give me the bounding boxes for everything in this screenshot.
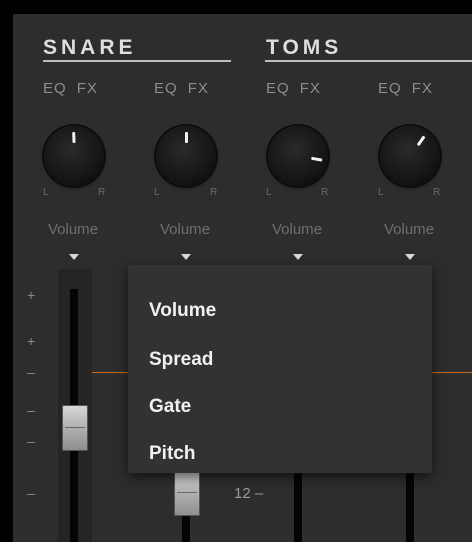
channel-1-fx-button[interactable]: FX xyxy=(77,80,98,97)
channel-2-mode-label[interactable]: Volume xyxy=(140,221,230,238)
channel-1-eq-button[interactable]: EQ xyxy=(43,80,67,97)
channel-1-eqfx: EQ FX xyxy=(43,80,98,97)
channel-3-pan-right-label: R xyxy=(321,187,329,198)
channel-4-mode-dropdown-icon[interactable] xyxy=(405,254,415,260)
group-title-toms: TOMS xyxy=(266,36,343,59)
channel-3-pan-knob[interactable] xyxy=(268,126,328,186)
knob-indicator xyxy=(416,135,426,147)
group-title-snare: SNARE xyxy=(43,36,137,59)
mixer-panel: SNARE TOMS EQ FX L R Volume EQ FX L R Volu… xyxy=(13,14,472,542)
channel-3-mode-label[interactable]: Volume xyxy=(252,221,342,238)
knob-indicator xyxy=(185,132,188,143)
channel-1-fader-handle[interactable] xyxy=(62,405,88,451)
channel-3-eqfx: EQ FX xyxy=(266,80,321,97)
scale-mark: – xyxy=(27,433,35,449)
menu-item-pitch[interactable]: Pitch xyxy=(149,443,195,465)
channel-4-eq-button[interactable]: EQ xyxy=(378,80,402,97)
group-divider-snare xyxy=(43,60,231,62)
channel-2-fx-button[interactable]: FX xyxy=(188,80,209,97)
group-divider-toms xyxy=(265,60,472,62)
channel-2-mode-dropdown-icon[interactable] xyxy=(181,254,191,260)
knob-indicator xyxy=(311,156,323,162)
channel-2-eqfx: EQ FX xyxy=(154,80,209,97)
mode-dropdown-menu: Volume Spread Gate Pitch xyxy=(128,265,432,473)
channel-3-eq-button[interactable]: EQ xyxy=(266,80,290,97)
channel-1-pan-left-label: L xyxy=(43,187,49,198)
menu-item-gate[interactable]: Gate xyxy=(149,396,191,418)
channel-2-fader-handle[interactable] xyxy=(174,470,200,516)
menu-item-volume[interactable]: Volume xyxy=(149,300,216,322)
scale-mark: + xyxy=(27,287,36,303)
menu-item-spread[interactable]: Spread xyxy=(149,349,213,371)
channel-2-eq-button[interactable]: EQ xyxy=(154,80,178,97)
knob-indicator xyxy=(72,131,76,144)
channel-4-pan-right-label: R xyxy=(433,187,441,198)
channel-4-pan-knob[interactable] xyxy=(380,126,440,186)
channel-3-fx-button[interactable]: FX xyxy=(300,80,321,97)
channel-2-pan-left-label: L xyxy=(154,187,160,198)
channel-3-pan-left-label: L xyxy=(266,187,272,198)
channel-4-eqfx: EQ FX xyxy=(378,80,433,97)
channel-2-pan-knob[interactable] xyxy=(156,126,216,186)
channel-1-pan-right-label: R xyxy=(98,187,106,198)
channel-1-mode-dropdown-icon[interactable] xyxy=(69,254,79,260)
scale-mark: + xyxy=(27,333,36,349)
fader-db-readout: 12 – xyxy=(234,485,264,502)
scale-mark: – xyxy=(27,402,35,418)
channel-3-mode-dropdown-icon[interactable] xyxy=(293,254,303,260)
channel-4-mode-label[interactable]: Volume xyxy=(364,221,454,238)
scale-mark: – xyxy=(27,485,35,501)
channel-1-mode-label[interactable]: Volume xyxy=(28,221,118,238)
scale-mark: – xyxy=(27,364,35,380)
channel-4-pan-left-label: L xyxy=(378,187,384,198)
channel-1-pan-knob[interactable] xyxy=(44,126,104,186)
channel-4-fx-button[interactable]: FX xyxy=(412,80,433,97)
channel-2-pan-right-label: R xyxy=(210,187,218,198)
